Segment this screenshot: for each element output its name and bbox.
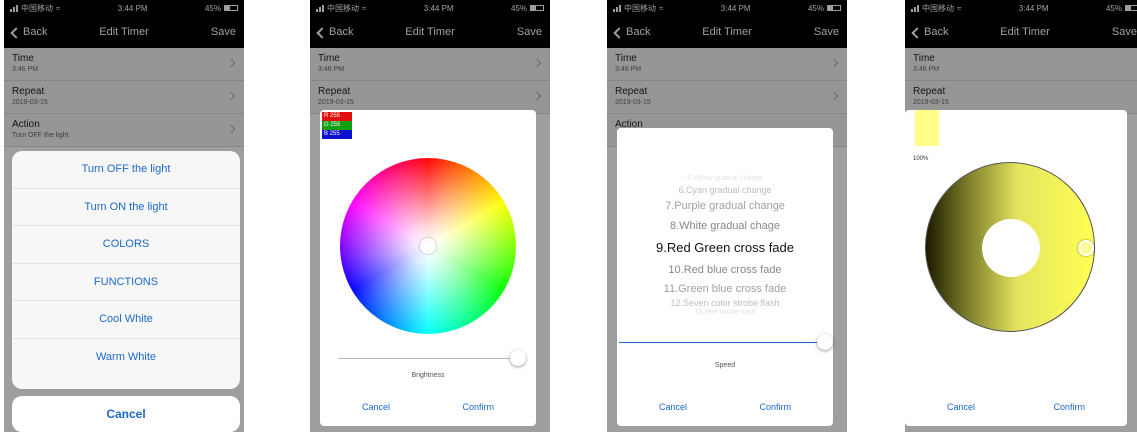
ring-knob[interactable] <box>1078 240 1094 256</box>
option-cool-white[interactable]: Cool White <box>12 301 240 339</box>
picker-item[interactable]: 11.Green blue cross fade <box>617 280 833 298</box>
color-wheel-knob[interactable] <box>420 238 436 254</box>
confirm-button[interactable]: Confirm <box>1053 402 1085 412</box>
red-value: R 255 <box>322 112 352 121</box>
function-dialog: 5.Yellow gradual change 6.Cyan gradual c… <box>617 128 833 426</box>
cancel-button[interactable]: Cancel <box>659 402 687 412</box>
picker-item[interactable]: 13.Red strobe flash <box>617 309 833 317</box>
picker-item[interactable]: 8.White gradual chage <box>617 216 833 236</box>
speed-slider-track[interactable] <box>619 342 825 343</box>
cancel-button[interactable]: Cancel <box>362 402 390 412</box>
color-dialog: R 255 G 255 B 255 Brightness Cancel Conf… <box>320 110 536 426</box>
cancel-button[interactable]: Cancel <box>947 402 975 412</box>
white-tone-ring[interactable] <box>925 162 1095 332</box>
picker-item[interactable]: 5.Yellow gradual change <box>617 174 833 184</box>
color-swatch <box>915 110 939 146</box>
picker-item[interactable]: 12.Seven color strobe flash <box>617 298 833 309</box>
white-dialog: 100% Cancel Confirm <box>905 110 1127 426</box>
speed-slider-thumb[interactable] <box>817 334 833 350</box>
ring-center <box>982 219 1040 277</box>
picker-item[interactable]: 6.Cyan gradual change <box>617 184 833 196</box>
option-turn-off[interactable]: Turn OFF the light <box>12 151 240 189</box>
cancel-button[interactable]: Cancel <box>12 396 240 432</box>
confirm-button[interactable]: Confirm <box>462 402 494 412</box>
picker-item[interactable]: 10.Red blue cross fade <box>617 260 833 280</box>
rgb-readout: R 255 G 255 B 255 <box>322 112 352 139</box>
brightness-slider-thumb[interactable] <box>510 350 526 366</box>
brightness-percent: 100% <box>913 156 929 162</box>
phone-screen-white-picker: 中国移动 ≈ 3:44 PM 45% Back Edit Timer Save … <box>905 0 1137 432</box>
confirm-button[interactable]: Confirm <box>759 402 791 412</box>
option-turn-on[interactable]: Turn ON the light <box>12 189 240 226</box>
option-warm-white[interactable]: Warm White <box>12 339 240 377</box>
picker-item-selected[interactable]: 9.Red Green cross fade <box>617 236 833 260</box>
option-functions[interactable]: FUNCTIONS <box>12 264 240 301</box>
picker-item[interactable]: 7.Purple gradual change <box>617 196 833 216</box>
action-sheet: Turn OFF the light Turn ON the light COL… <box>12 151 240 389</box>
brightness-slider-track[interactable] <box>338 358 518 359</box>
option-colors[interactable]: COLORS <box>12 226 240 264</box>
phone-screen-function-picker: 中国移动 ≈ 3:44 PM 45% Back Edit Timer Save … <box>607 0 847 432</box>
speed-label: Speed <box>714 362 736 369</box>
function-mode-picker[interactable]: 5.Yellow gradual change 6.Cyan gradual c… <box>617 174 833 317</box>
phone-screen-color-picker: 中国移动 ≈ 3:44 PM 45% Back Edit Timer Save … <box>310 0 550 432</box>
phone-screen-action-sheet: 中国移动 ≈ 3:44 PM 45% Back Edit Timer Save … <box>4 0 244 432</box>
color-wheel[interactable] <box>340 158 516 334</box>
brightness-label: Brightness <box>411 372 445 379</box>
green-value: G 255 <box>322 121 352 130</box>
blue-value: B 255 <box>322 130 352 139</box>
